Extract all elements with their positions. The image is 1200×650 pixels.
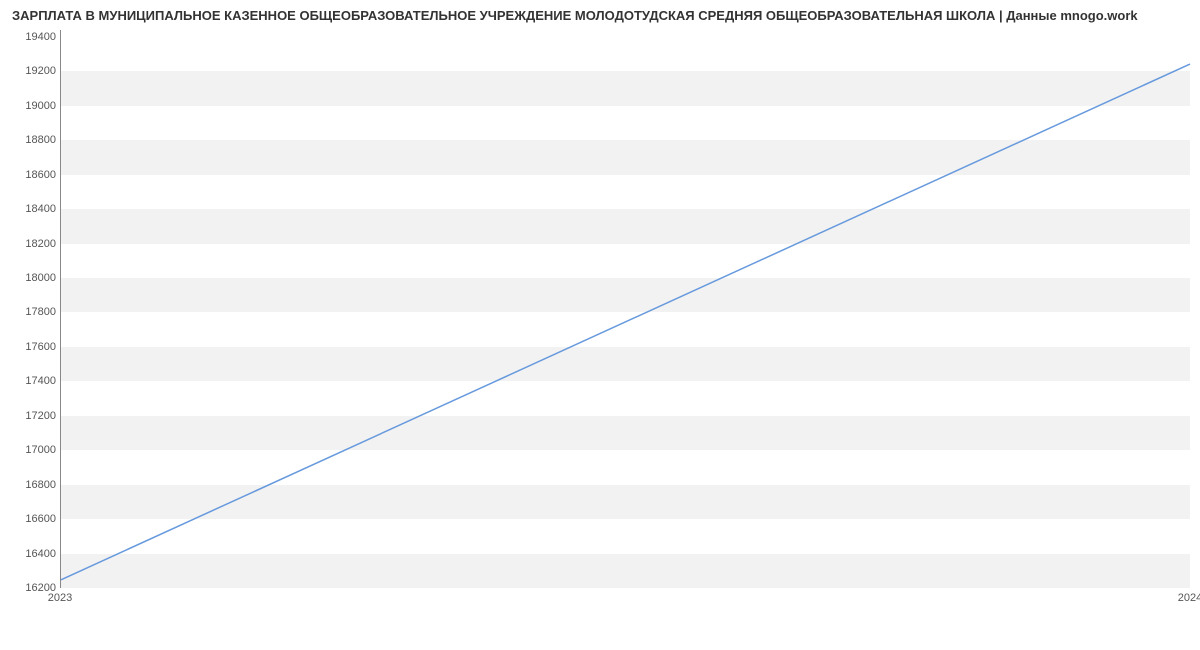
y-tick-label: 19200 <box>8 65 56 77</box>
y-tick-label: 18800 <box>8 134 56 146</box>
y-tick-label: 17000 <box>8 444 56 456</box>
y-tick-label: 19000 <box>8 100 56 112</box>
y-tick-label: 18400 <box>8 203 56 215</box>
data-line <box>61 64 1190 580</box>
y-tick-label: 17800 <box>8 306 56 318</box>
chart-title: ЗАРПЛАТА В МУНИЦИПАЛЬНОЕ КАЗЕННОЕ ОБЩЕОБ… <box>0 0 1200 23</box>
y-tick-label: 18600 <box>8 169 56 181</box>
y-tick-label: 16400 <box>8 548 56 560</box>
y-tick-label: 19400 <box>8 31 56 43</box>
plot-area <box>60 30 1190 588</box>
y-tick-label: 18200 <box>8 238 56 250</box>
x-tick-label: 2024 <box>1178 592 1200 604</box>
y-tick-label: 16800 <box>8 479 56 491</box>
line-chart-svg <box>61 30 1190 587</box>
y-tick-label: 17600 <box>8 341 56 353</box>
x-tick-label: 2023 <box>48 592 72 604</box>
y-tick-label: 17200 <box>8 410 56 422</box>
y-tick-label: 18000 <box>8 272 56 284</box>
chart-container: 1620016400166001680017000172001740017600… <box>0 28 1200 618</box>
y-tick-label: 16600 <box>8 513 56 525</box>
y-tick-label: 17400 <box>8 375 56 387</box>
